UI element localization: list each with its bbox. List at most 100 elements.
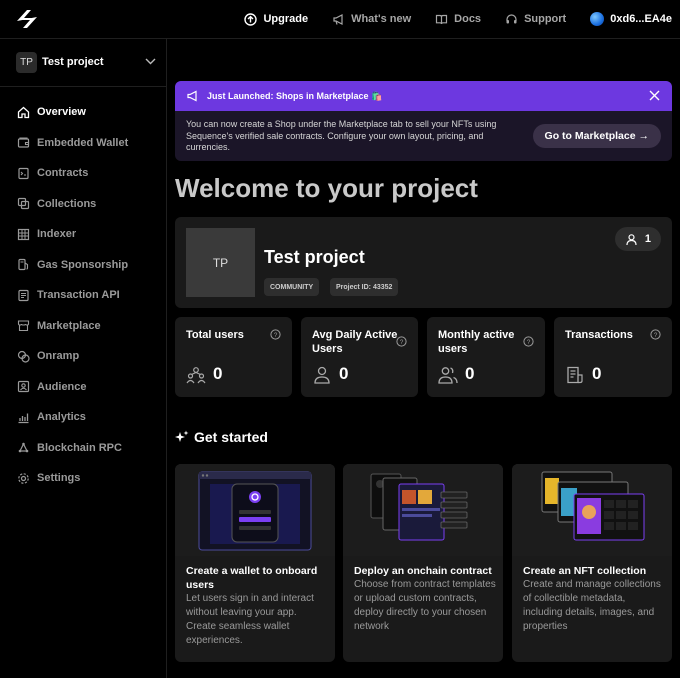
megaphone-icon xyxy=(187,90,197,102)
sidebar: TP Test project Overview Embedded Wallet… xyxy=(0,39,167,678)
sidebar-item-label: Contracts xyxy=(37,167,89,180)
card-title: Deploy an onchain contract xyxy=(354,565,492,577)
close-icon[interactable] xyxy=(649,90,660,101)
banner-header: Just Launched: Shops in Marketplace 🛍️ xyxy=(175,81,672,111)
sidebar-item-transaction-api[interactable]: Transaction API xyxy=(0,280,166,311)
upgrade-arrow-icon xyxy=(244,12,258,26)
wallet-illustration xyxy=(175,464,335,556)
wallet-address: 0xd6...EA4e xyxy=(610,13,672,25)
sidebar-item-analytics[interactable]: Analytics xyxy=(0,402,166,433)
help-icon[interactable]: ? xyxy=(650,329,661,340)
sidebar-item-label: Blockchain RPC xyxy=(37,441,122,454)
contract-icon xyxy=(18,167,29,179)
whats-new-label: What's new xyxy=(351,13,412,25)
home-icon xyxy=(17,106,30,118)
docs-label: Docs xyxy=(454,13,482,25)
svg-text:?: ? xyxy=(654,332,658,339)
project-id-badge[interactable]: Project ID: 43352 xyxy=(330,278,399,296)
go-to-marketplace-button[interactable]: Go to Marketplace → xyxy=(532,124,661,148)
sidebar-item-indexer[interactable]: Indexer xyxy=(0,219,166,250)
sidebar-item-audience[interactable]: Audience xyxy=(0,372,166,403)
tier-badge: COMMUNITY xyxy=(264,278,320,296)
svg-text:?: ? xyxy=(400,339,404,346)
sidebar-item-label: Transaction API xyxy=(37,289,120,302)
receipt-icon xyxy=(567,366,583,384)
users-icon xyxy=(438,367,458,384)
gas-pump-icon xyxy=(18,259,29,271)
help-icon[interactable]: ? xyxy=(270,329,281,340)
sidebar-item-label: Gas Sponsorship xyxy=(37,258,129,271)
sparkles-icon xyxy=(175,430,189,442)
top-bar: Upgrade What's new Docs Support 0xd6...E… xyxy=(0,0,680,39)
sidebar-nav: Overview Embedded Wallet Contracts Colle… xyxy=(0,97,166,494)
get-started-title: Get started xyxy=(194,429,268,445)
card-create-nft-collection[interactable]: Create an NFT collection Create and mana… xyxy=(512,464,672,662)
stat-value: 0 xyxy=(592,364,602,383)
card-title: Create an NFT collection xyxy=(523,565,647,577)
sidebar-item-overview[interactable]: Overview xyxy=(0,97,166,128)
sidebar-item-gas-sponsorship[interactable]: Gas Sponsorship xyxy=(0,250,166,281)
nft-illustration xyxy=(512,464,672,556)
card-description: Create and manage collections of collect… xyxy=(523,579,661,632)
svg-text:?: ? xyxy=(527,339,531,346)
chevron-down-icon[interactable] xyxy=(145,58,156,65)
svg-text:?: ? xyxy=(274,332,278,339)
project-card: TP Test project COMMUNITY Project ID: 43… xyxy=(175,217,672,308)
support-link[interactable]: Support xyxy=(505,13,566,26)
sidebar-item-blockchain-rpc[interactable]: Blockchain RPC xyxy=(0,433,166,464)
sidebar-item-label: Overview xyxy=(37,106,86,119)
project-switcher[interactable]: TP Test project xyxy=(0,39,166,87)
gear-icon xyxy=(18,472,29,484)
collections-icon xyxy=(17,198,30,210)
sidebar-item-label: Marketplace xyxy=(37,319,101,332)
sidebar-item-label: Onramp xyxy=(37,350,80,363)
sidebar-item-label: Audience xyxy=(37,380,87,393)
sidebar-item-label: Collections xyxy=(37,197,97,210)
sidebar-item-label: Indexer xyxy=(37,228,77,241)
docs-link[interactable]: Docs xyxy=(435,13,481,26)
stat-label: Monthly active users xyxy=(438,329,515,355)
announcement-banner: Just Launched: Shops in Marketplace 🛍️ Y… xyxy=(175,81,672,161)
stat-label: Avg Daily Active Users xyxy=(312,329,398,355)
sidebar-item-collections[interactable]: Collections xyxy=(0,189,166,220)
sidebar-item-contracts[interactable]: Contracts xyxy=(0,158,166,189)
grid-icon xyxy=(17,228,30,240)
store-icon xyxy=(17,320,30,332)
wallet-account-button[interactable]: 0xd6...EA4e xyxy=(590,12,672,26)
user-icon xyxy=(314,366,330,384)
upgrade-label: Upgrade xyxy=(263,13,309,25)
stat-card-transactions: Transactions ? 0 xyxy=(554,317,672,397)
stat-value: 0 xyxy=(339,364,349,383)
sidebar-item-settings[interactable]: Settings xyxy=(0,463,166,494)
stat-label: Total users xyxy=(186,329,244,341)
card-description: Choose from contract templates or upload… xyxy=(354,579,496,632)
stat-value: 0 xyxy=(213,364,223,383)
members-button[interactable]: 1 xyxy=(614,227,661,251)
members-count: 1 xyxy=(644,233,651,245)
upgrade-button[interactable]: Upgrade xyxy=(244,12,309,26)
support-label: Support xyxy=(524,13,567,25)
sidebar-item-label: Analytics xyxy=(37,411,86,424)
user-icon xyxy=(626,233,637,245)
sidebar-item-onramp[interactable]: Onramp xyxy=(0,341,166,372)
card-create-wallet[interactable]: Create a wallet to onboard users Let use… xyxy=(175,464,335,662)
sidebar-item-marketplace[interactable]: Marketplace xyxy=(0,311,166,342)
page-title: Welcome to your project xyxy=(175,173,478,203)
project-avatar: TP xyxy=(16,52,37,73)
sidebar-item-embedded-wallet[interactable]: Embedded Wallet xyxy=(0,128,166,159)
help-icon[interactable]: ? xyxy=(523,336,534,347)
card-deploy-contract[interactable]: Deploy an onchain contract Choose from c… xyxy=(343,464,503,662)
megaphone-icon xyxy=(333,13,343,25)
card-title: Create a wallet to onboard users xyxy=(186,565,318,591)
sidebar-item-label: Settings xyxy=(37,472,81,485)
whats-new-link[interactable]: What's new xyxy=(332,13,411,26)
wallet-icon xyxy=(17,137,30,148)
banner-title: Just Launched: Shops in Marketplace 🛍️ xyxy=(207,90,383,101)
stat-card-monthly-active-users: Monthly active users ? 0 xyxy=(427,317,545,397)
help-icon[interactable]: ? xyxy=(396,336,407,347)
sequence-logo-icon[interactable] xyxy=(14,7,40,31)
coins-icon xyxy=(17,350,30,363)
stat-value: 0 xyxy=(465,364,475,383)
wallet-avatar-icon xyxy=(590,12,605,26)
stat-card-total-users: Total users ? 0 xyxy=(175,317,292,397)
